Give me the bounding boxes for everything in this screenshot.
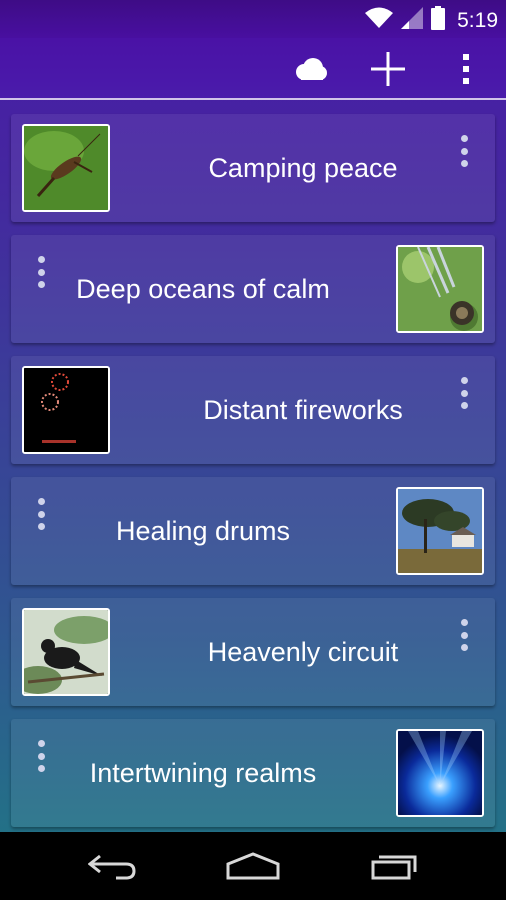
sound-title: Intertwining realms [89,757,317,788]
status-bar: 5:19 [0,0,506,38]
sound-title: Deep oceans of calm [76,273,330,304]
overflow-menu-icon[interactable] [446,50,486,88]
back-icon[interactable] [72,842,152,890]
sound-card[interactable]: Deep oceans of calm [11,235,495,343]
recent-apps-icon[interactable] [355,842,435,890]
sound-title: Camping peace [208,152,398,183]
action-bar [0,38,506,100]
coastal-trees-photo [396,487,484,575]
wifi-icon [365,7,394,34]
wind-chime-photo [396,245,484,333]
add-icon[interactable] [368,50,408,88]
signal-icon [401,7,424,34]
cricket-insect-photo [22,124,110,212]
battery-icon [431,6,446,35]
sound-card[interactable]: Heavenly circuit [11,598,495,706]
sound-card[interactable]: Healing drums [11,477,495,585]
status-icons: 5:19 [365,6,498,35]
fireworks-photo [22,366,110,454]
home-icon[interactable] [213,842,293,890]
cloud-icon[interactable] [290,50,330,88]
status-time: 5:19 [457,8,498,32]
sound-card[interactable]: Distant fireworks [11,356,495,464]
item-menu-icon[interactable] [450,373,478,413]
item-menu-icon[interactable] [450,131,478,171]
blue-light-rays-photo [396,729,484,817]
sound-title: Healing drums [115,515,291,546]
sound-list: Camping peace Deep oceans of calm Distan… [0,102,506,832]
item-menu-icon[interactable] [450,615,478,655]
blackbird-photo [22,608,110,696]
sound-card[interactable]: Intertwining realms [11,719,495,827]
sound-title: Distant fireworks [203,394,403,425]
navigation-bar [0,832,506,900]
sound-card[interactable]: Camping peace [11,114,495,222]
sound-title: Heavenly circuit [207,636,399,667]
